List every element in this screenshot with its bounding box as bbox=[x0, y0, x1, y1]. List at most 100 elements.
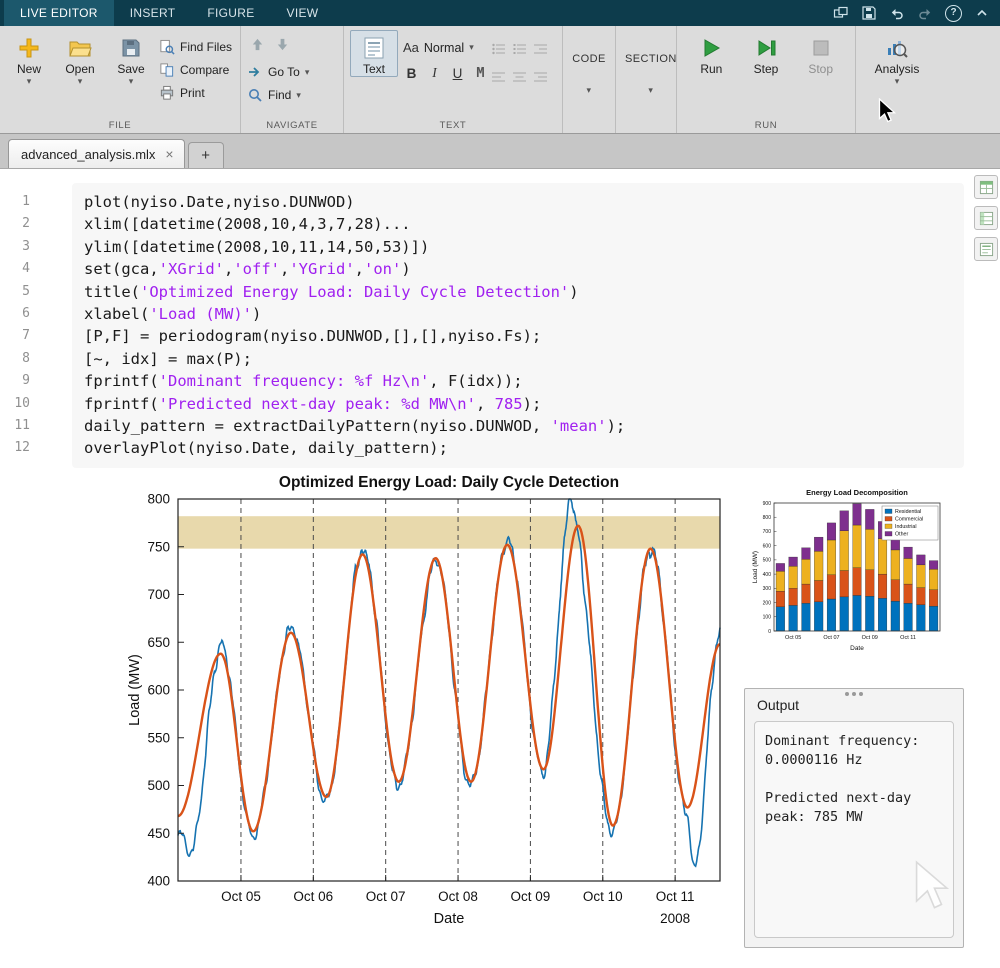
bar-segment bbox=[904, 547, 913, 558]
panel-resize-grip[interactable] bbox=[852, 692, 856, 696]
step-button[interactable]: Step bbox=[746, 30, 787, 76]
help-icon[interactable]: ? bbox=[945, 5, 962, 22]
output-table-icon[interactable] bbox=[974, 206, 998, 230]
bar-segment bbox=[904, 584, 913, 603]
code-line[interactable]: set(gca,'XGrid','off','YGrid','on') bbox=[84, 258, 952, 280]
ribbon-filler bbox=[936, 26, 1000, 133]
dropdown-caret: ▾ bbox=[895, 78, 900, 85]
goto-button[interactable]: Go To ▾ bbox=[247, 64, 309, 80]
bullet-list-button[interactable] bbox=[492, 42, 509, 59]
y-tick-label: 600 bbox=[763, 543, 772, 549]
ribbon-tab-insert[interactable]: INSERT bbox=[114, 0, 192, 26]
stop-button[interactable]: Stop bbox=[800, 30, 841, 76]
decomposition-chart-svg: 0100200300400500600700800900Oct 05Oct 07… bbox=[750, 485, 946, 661]
section-gallery-button[interactable]: SECTION ▾ bbox=[616, 53, 686, 106]
code-string: 'YGrid' bbox=[289, 260, 354, 278]
watermark-cursor bbox=[912, 860, 958, 917]
collapse-ribbon-icon[interactable] bbox=[974, 5, 990, 21]
bar-segment bbox=[917, 605, 926, 631]
save-icon[interactable] bbox=[861, 5, 877, 21]
redo-icon[interactable] bbox=[917, 5, 933, 21]
bar-segment bbox=[929, 606, 938, 631]
bar-segment bbox=[929, 561, 938, 570]
open-icon bbox=[68, 36, 92, 60]
output-inline-icon[interactable] bbox=[974, 175, 998, 199]
align-left-button[interactable] bbox=[492, 70, 509, 87]
undo-icon[interactable] bbox=[889, 5, 905, 21]
main-figure[interactable]: 400450500550600650700750800Oct 05Oct 06O… bbox=[124, 471, 728, 946]
output-script-icon[interactable] bbox=[974, 237, 998, 261]
line-number: 8 bbox=[0, 348, 36, 370]
code-line[interactable]: title('Optimized Energy Load: Daily Cycl… bbox=[84, 281, 952, 303]
code-text: ylim([datetime(2008,10,11,14,50,53)]) bbox=[84, 238, 429, 256]
monospace-button[interactable]: M bbox=[474, 65, 487, 81]
compare-button[interactable]: Compare bbox=[159, 62, 232, 78]
open-label: Open bbox=[65, 62, 94, 76]
save-button[interactable]: Save ▾ bbox=[108, 30, 154, 85]
bar-segment bbox=[840, 531, 849, 571]
code-string: 'mean' bbox=[551, 417, 607, 435]
bold-button[interactable]: B bbox=[405, 66, 418, 81]
find-button[interactable]: Find ▾ bbox=[247, 87, 309, 103]
italic-button[interactable]: I bbox=[428, 65, 441, 81]
indent-button[interactable] bbox=[534, 42, 551, 59]
code-line[interactable]: fprintf('Dominant frequency: %f Hz\n', F… bbox=[84, 370, 952, 392]
find-files-button[interactable]: Find Files bbox=[159, 39, 232, 55]
text-section-label: TEXT bbox=[344, 118, 562, 133]
code-line[interactable]: fprintf('Predicted next-day peak: %d MW\… bbox=[84, 393, 952, 415]
new-button[interactable]: New ▾ bbox=[6, 30, 52, 85]
code-text: ); bbox=[523, 395, 542, 413]
line-number: 6 bbox=[0, 303, 36, 325]
y-tick-label: 900 bbox=[763, 501, 772, 507]
ribbon-tab-view[interactable]: VIEW bbox=[271, 0, 335, 26]
new-icon bbox=[17, 36, 41, 60]
code-line[interactable]: [~, idx] = max(P); bbox=[84, 348, 952, 370]
windows-icon[interactable] bbox=[833, 5, 849, 21]
bar-segment bbox=[917, 565, 926, 588]
x-tick-label: Oct 09 bbox=[511, 889, 551, 904]
text-style-dropdown[interactable]: Aa Normal ▾ bbox=[403, 40, 487, 55]
line-number: 4 bbox=[0, 258, 36, 280]
code-string: 'on' bbox=[364, 260, 401, 278]
code-block[interactable]: plot(nyiso.Date,nyiso.DUNWOD)xlim([datet… bbox=[72, 183, 964, 468]
underline-button[interactable]: U bbox=[451, 66, 464, 81]
align-right-button[interactable] bbox=[534, 70, 551, 87]
code-gallery-button[interactable]: CODE ▾ bbox=[563, 53, 614, 106]
run-button[interactable]: Run bbox=[691, 30, 732, 76]
code-line[interactable]: overlayPlot(nyiso.Date, daily_pattern); bbox=[84, 437, 952, 459]
code-text: fprintf( bbox=[84, 372, 159, 390]
goto-icon bbox=[247, 64, 263, 80]
decomposition-figure[interactable]: 0100200300400500600700800900Oct 05Oct 07… bbox=[750, 485, 946, 666]
bar-segment bbox=[789, 557, 798, 566]
new-tab-button[interactable]: + bbox=[188, 142, 224, 168]
step-label: Step bbox=[754, 62, 779, 76]
list-format-group bbox=[492, 30, 551, 87]
print-button[interactable]: Print bbox=[159, 85, 232, 101]
analysis-button[interactable]: Analysis ▾ bbox=[869, 30, 925, 85]
code-text: , bbox=[280, 260, 289, 278]
code-line[interactable]: xlim([datetime(2008,10,4,3,7,28)... bbox=[84, 213, 952, 235]
y-tick-label: 650 bbox=[147, 635, 170, 650]
code-line[interactable]: daily_pattern = extractDailyPattern(nyis… bbox=[84, 415, 952, 437]
code-line[interactable]: xlabel('Load (MW)') bbox=[84, 303, 952, 325]
code-text: overlayPlot(nyiso.Date, daily_pattern); bbox=[84, 439, 448, 457]
numbered-list-button[interactable] bbox=[513, 42, 530, 59]
code-line[interactable]: plot(nyiso.Date,nyiso.DUNWOD) bbox=[84, 191, 952, 213]
document-tab[interactable]: advanced_analysis.mlx × bbox=[8, 139, 185, 168]
x-tick-label: Oct 06 bbox=[293, 889, 333, 904]
text-button[interactable]: Text bbox=[350, 30, 398, 77]
code-line[interactable]: [P,F] = periodogram(nyiso.DUNWOD,[],[],n… bbox=[84, 325, 952, 347]
ribbon-tab-live-editor[interactable]: LIVE EDITOR bbox=[4, 0, 114, 26]
close-tab-icon[interactable]: × bbox=[165, 146, 173, 162]
y-tick-label: 400 bbox=[147, 874, 170, 889]
navigate-up-button[interactable] bbox=[250, 37, 265, 57]
quick-access-toolbar: ? bbox=[833, 0, 1000, 26]
open-button[interactable]: Open ▾ bbox=[57, 30, 103, 85]
align-center-button[interactable] bbox=[513, 70, 530, 87]
code-text: set(gca, bbox=[84, 260, 159, 278]
ribbon-tab-figure[interactable]: FIGURE bbox=[191, 0, 270, 26]
navigate-down-button[interactable] bbox=[275, 37, 290, 57]
code-line[interactable]: ylim([datetime(2008,10,11,14,50,53)]) bbox=[84, 236, 952, 258]
y-tick-label: 400 bbox=[763, 572, 772, 578]
aa-icon: Aa bbox=[403, 40, 419, 55]
